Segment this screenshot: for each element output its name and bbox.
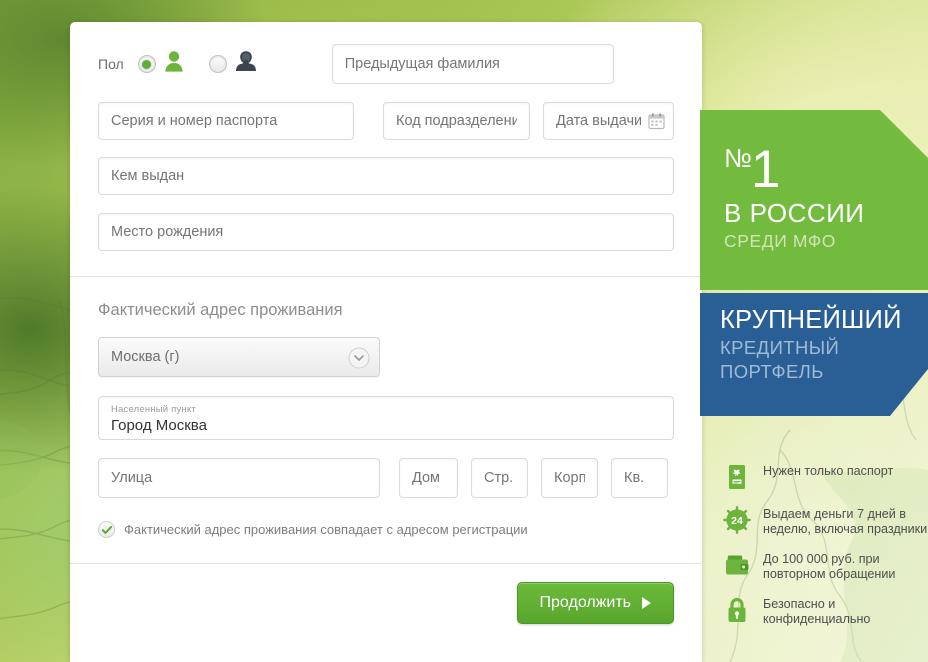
promo-banner-green-block: №1 В РОССИИ СРЕДИ МФО — [700, 110, 928, 290]
issued-by-input[interactable] — [98, 157, 674, 195]
promo-banner: №1 В РОССИИ СРЕДИ МФО КРУПНЕЙШИЙ КРЕДИТН… — [700, 110, 928, 416]
features-list: Нужен только паспорт 24 Выдаем деньги 7 … — [722, 462, 928, 640]
gender-male-radio[interactable] — [137, 55, 156, 73]
building-input[interactable] — [471, 458, 528, 498]
submit-continue-button[interactable]: Продолжить — [516, 582, 674, 624]
registration-form-card: Пол Предыдущая фамилия Серия и номер пас… — [70, 22, 702, 662]
region-select-row: Москва (г) — [98, 337, 674, 377]
apartment-input[interactable] — [611, 458, 668, 498]
issued-by-row — [98, 157, 674, 195]
gender-and-surname-row: Пол — [98, 44, 674, 84]
street-input[interactable] — [98, 458, 380, 498]
chevron-down-icon[interactable] — [348, 346, 370, 369]
locality-label: Населенный пункт — [111, 404, 196, 415]
feature-item: До 100 000 руб. при повторном обращении — [722, 550, 928, 582]
passport-icon — [722, 462, 752, 492]
feature-text: До 100 000 руб. при повторном обращении — [763, 552, 896, 581]
male-person-icon[interactable] — [163, 50, 185, 79]
previous-surname-input[interactable] — [331, 44, 614, 84]
24-hours-icon: 24 — [722, 505, 752, 535]
passport-series-number-input[interactable] — [98, 102, 354, 140]
play-arrow-icon — [642, 597, 651, 609]
locality-value: Город Москва — [111, 417, 207, 434]
promo-blue-line1: КРУПНЕЙШИЙ — [720, 306, 902, 334]
block-input[interactable] — [541, 458, 598, 498]
svg-text:24: 24 — [731, 515, 743, 527]
promo-green-line3: СРЕДИ МФО — [724, 231, 836, 251]
passport-section: Пол — [70, 22, 702, 251]
issue-date-field — [543, 102, 674, 140]
feature-item: 24 Выдаем деньги 7 дней в неделю, включа… — [722, 505, 928, 537]
address-section: Фактический адрес проживания Москва (г) … — [70, 277, 702, 538]
feature-text: Нужен только паспорт — [763, 464, 894, 478]
feature-item: Безопасно и конфиденциально — [722, 595, 928, 627]
feature-item: Нужен только паспорт — [722, 462, 928, 492]
department-code-input[interactable] — [383, 102, 530, 140]
calendar-icon[interactable] — [648, 113, 665, 130]
address-section-title: Фактический адрес проживания — [98, 301, 343, 319]
promo-number-one: №1 — [700, 110, 928, 196]
street-row — [98, 458, 674, 498]
form-footer: Продолжить — [70, 564, 702, 624]
same-address-label: Фактический адрес проживания совпадает с… — [124, 522, 528, 537]
birth-place-input[interactable] — [98, 213, 674, 251]
gender-female-radio[interactable] — [208, 55, 227, 73]
passport-details-row — [98, 102, 674, 140]
region-select-value: Москва (г) — [111, 349, 180, 365]
locality-field[interactable]: Населенный пункт Город Москва — [98, 396, 674, 440]
lock-icon — [722, 595, 752, 625]
promo-green-line2: В РОССИИ — [724, 198, 865, 228]
submit-button-label: Продолжить — [539, 594, 631, 611]
locality-row: Населенный пункт Город Москва — [98, 396, 674, 440]
number-sign-symbol: № — [724, 143, 752, 173]
same-address-row: Фактический адрес проживания совпадает с… — [98, 521, 674, 538]
promo-number-value: 1 — [750, 140, 781, 199]
check-icon — [101, 525, 112, 534]
female-person-icon[interactable] — [234, 50, 258, 79]
same-address-checkbox[interactable] — [98, 521, 115, 538]
birth-place-row — [98, 213, 674, 251]
gender-label: Пол — [98, 56, 124, 72]
feature-text: Выдаем деньги 7 дней в неделю, включая п… — [763, 507, 928, 536]
region-select[interactable]: Москва (г) — [98, 337, 380, 377]
promo-blue-line3: ПОРТФЕЛЬ — [720, 361, 824, 382]
promo-blue-line2: КРЕДИТНЫЙ — [720, 337, 840, 358]
feature-text: Безопасно и конфиденциально — [763, 597, 871, 626]
house-input[interactable] — [399, 458, 458, 498]
promo-banner-blue-block: КРУПНЕЙШИЙ КРЕДИТНЫЙ ПОРТФЕЛЬ — [700, 293, 928, 416]
wallet-icon — [722, 550, 752, 580]
